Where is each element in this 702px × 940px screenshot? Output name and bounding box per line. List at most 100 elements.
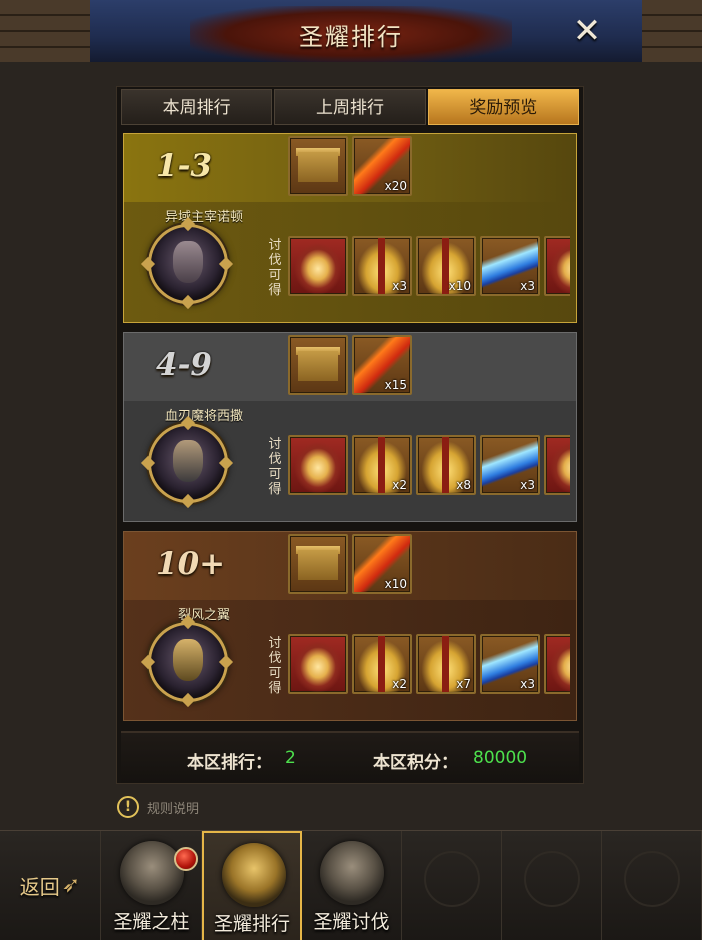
treasure-chest-icon: [290, 138, 346, 194]
reward-quantity: x3: [520, 279, 535, 293]
score-bar: 本区排行： 2 本区积分： 80000: [121, 731, 579, 783]
caption-char: 可: [268, 268, 282, 283]
reward-item-partial[interactable]: [544, 634, 570, 694]
treasure-chest-icon: [290, 536, 346, 592]
boss-portrait[interactable]: [140, 614, 234, 708]
back-button[interactable]: 返回 ➶: [0, 831, 101, 940]
reward-item[interactable]: x3: [480, 634, 540, 694]
reward-item[interactable]: x10: [416, 236, 476, 296]
caption-char: 伐: [268, 253, 282, 268]
reward-item[interactable]: [288, 435, 348, 495]
boss-name: 裂风之翼: [177, 608, 230, 623]
tab-this-week[interactable]: 本周排行: [121, 89, 273, 125]
back-label: 返回: [19, 875, 60, 899]
reward-item[interactable]: x15: [352, 335, 412, 395]
rank-block: 4-9 血刃魔将西撒讨伐可得 x15 x2 x8 x3: [123, 332, 577, 522]
reward-item[interactable]: x2: [352, 634, 412, 694]
rank-range-label: 1-3: [156, 148, 213, 184]
reward-overflow-clip: [544, 435, 570, 495]
empty-slot-emblem-icon: [624, 851, 680, 907]
lantern-icon: [546, 437, 570, 493]
boss-face-icon: [173, 440, 203, 482]
empty-slot-emblem-icon: [524, 851, 580, 907]
rank-range-label: 10+: [156, 546, 226, 582]
reward-quantity: x8: [456, 478, 471, 492]
reward-item-partial[interactable]: [544, 435, 570, 495]
tab-last-week[interactable]: 上周排行: [274, 89, 426, 125]
boss-face-icon: [173, 241, 203, 283]
caption-char: 得: [268, 283, 282, 298]
tab-bar: 本周排行 上周排行 奖励预览: [121, 89, 579, 127]
caption-char: 讨: [268, 437, 282, 452]
bottom-nav: 返回 ➶ 圣耀之柱 圣耀排行 圣耀讨伐: [0, 830, 702, 940]
caption-char: 讨: [268, 238, 282, 253]
kill-reward-caption: 讨伐可得: [267, 238, 283, 298]
close-button[interactable]: ✕: [570, 14, 604, 48]
server-rank-value: 2: [285, 748, 296, 768]
reward-item[interactable]: [288, 335, 348, 395]
server-rank-label: 本区排行：: [187, 753, 272, 773]
reward-quantity: x2: [392, 478, 407, 492]
nav-holy-pillar[interactable]: 圣耀之柱: [102, 831, 202, 940]
reward-item[interactable]: x3: [352, 236, 412, 296]
lantern-icon: [546, 238, 570, 294]
nav-holy-ranking[interactable]: 圣耀排行: [202, 831, 302, 940]
caption-char: 得: [268, 681, 282, 696]
reward-quantity: x7: [456, 677, 471, 691]
nav-holy-crusade[interactable]: 圣耀讨伐: [302, 831, 402, 940]
reward-item[interactable]: x7: [416, 634, 476, 694]
top-banner: 圣耀排行 ✕: [0, 0, 702, 62]
caption-char: 讨: [268, 636, 282, 651]
boss-name: 血刃魔将西撒: [164, 409, 243, 424]
ranking-emblem-icon: [222, 843, 286, 907]
nav-empty-slot: [402, 831, 502, 940]
reward-item[interactable]: [288, 534, 348, 594]
notification-badge-icon: [174, 847, 198, 871]
nav-label: 圣耀讨伐: [313, 911, 390, 933]
reward-item[interactable]: x2: [352, 435, 412, 495]
reward-item[interactable]: x10: [352, 534, 412, 594]
reward-quantity: x20: [384, 179, 407, 193]
reward-quantity: x15: [384, 378, 407, 392]
pillar-emblem-icon: [120, 841, 184, 905]
tab-reward-preview[interactable]: 奖励预览: [427, 89, 579, 125]
rules-link[interactable]: ! 规则说明: [117, 795, 199, 819]
lantern-icon: [290, 636, 346, 692]
rank-range-label: 4-9: [156, 347, 213, 383]
boss-portrait[interactable]: [140, 216, 234, 310]
caption-char: 伐: [268, 651, 282, 666]
reward-item[interactable]: [288, 136, 348, 196]
reward-overflow-clip: [544, 634, 570, 694]
caption-char: 得: [268, 482, 282, 497]
reward-quantity: x3: [520, 677, 535, 691]
reward-item[interactable]: x3: [480, 236, 540, 296]
rank-block: 10+ 裂风之翼讨伐可得 x10 x2 x7 x3: [123, 531, 577, 721]
server-points-label: 本区积分：: [373, 753, 458, 773]
reward-quantity: x10: [448, 279, 471, 293]
crossed-swords-emblem-icon: [320, 841, 384, 905]
nav-label: 圣耀之柱: [113, 911, 190, 933]
reward-item-partial[interactable]: [544, 236, 570, 296]
reward-quantity: x3: [520, 478, 535, 492]
caption-char: 伐: [268, 452, 282, 467]
reward-quantity: x10: [384, 577, 407, 591]
lantern-icon: [290, 238, 346, 294]
reward-item[interactable]: x20: [352, 136, 412, 196]
caption-char: 可: [268, 467, 282, 482]
boss-portrait[interactable]: [140, 415, 234, 509]
empty-slot-emblem-icon: [424, 851, 480, 907]
reward-item[interactable]: [288, 634, 348, 694]
rank-block: 1-3 异域主宰诺顿讨伐可得 x20 x3 x10 x3: [123, 133, 577, 323]
boss-name: 异域主宰诺顿: [164, 210, 243, 225]
nav-empty-slot: [602, 831, 702, 940]
treasure-chest-icon: [290, 337, 346, 393]
lantern-icon: [290, 437, 346, 493]
reward-item[interactable]: x8: [416, 435, 476, 495]
rules-label: 规则说明: [147, 801, 200, 817]
reward-item[interactable]: [288, 236, 348, 296]
reward-item[interactable]: x3: [480, 435, 540, 495]
boss-face-icon: [173, 639, 203, 681]
server-points-value: 80000: [473, 748, 528, 768]
nav-empty-slot: [502, 831, 602, 940]
kill-reward-caption: 讨伐可得: [267, 437, 283, 497]
